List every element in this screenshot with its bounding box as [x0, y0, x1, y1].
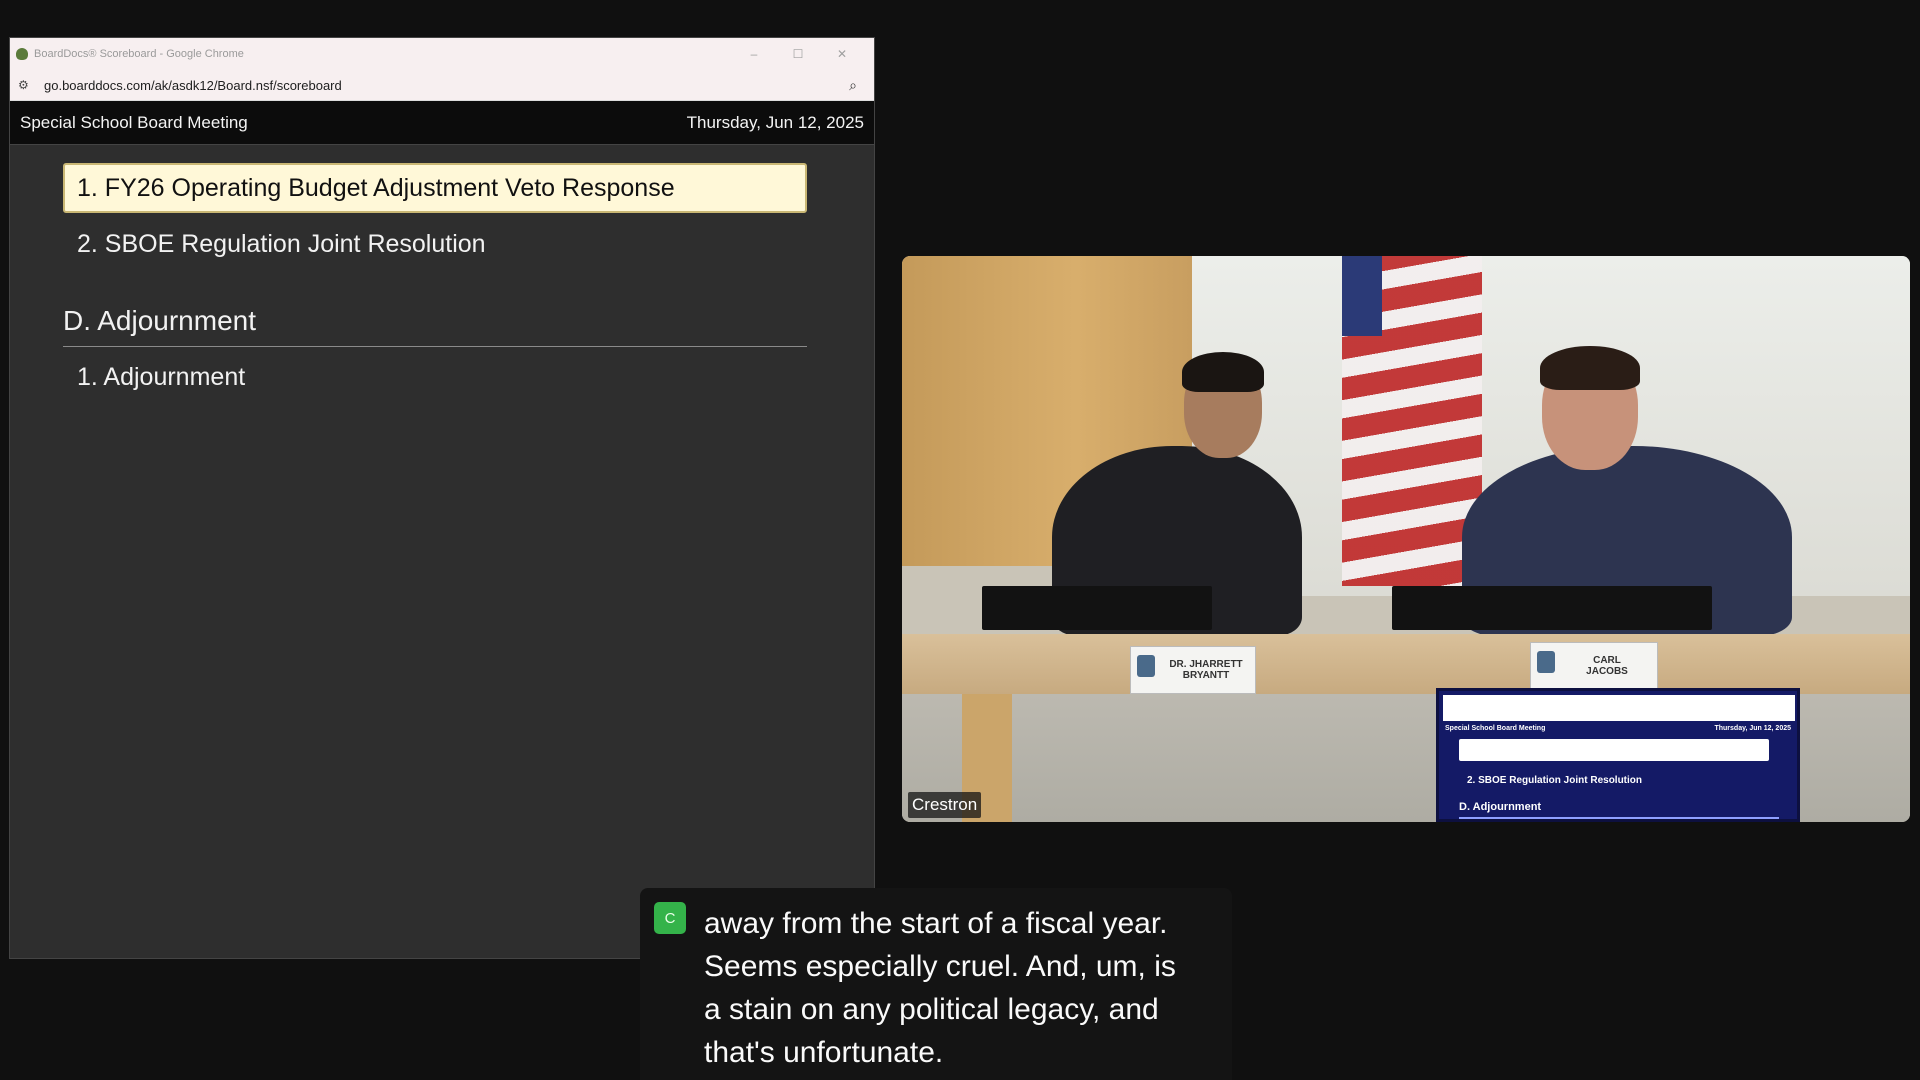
desk-monitor: [1392, 586, 1712, 630]
caption-speaker-badge: C: [654, 902, 686, 934]
nameplate-line: DR. JHARRETT: [1169, 659, 1243, 670]
monitor-section: D. Adjournment: [1459, 801, 1542, 813]
url-text[interactable]: go.boarddocs.com/ak/asdk12/Board.nsf/sco…: [44, 78, 844, 93]
monitor-divider: [1459, 817, 1779, 819]
nameplate: CARL JACOBS: [1530, 642, 1658, 690]
tune-icon[interactable]: ⚙: [18, 78, 34, 92]
current-agenda-item: 1. FY26 Operating Budget Adjustment Veto…: [63, 163, 807, 213]
caption-line: that's unfortunate.: [704, 1036, 944, 1069]
nameplate: DR. JHARRETT BRYANTT: [1130, 646, 1256, 694]
district-logo-icon: [1537, 651, 1555, 673]
maximize-button[interactable]: ☐: [776, 47, 820, 61]
video-feed: DR. JHARRETT BRYANTT CARL JACOBS Special…: [902, 256, 1910, 822]
video-source-label: Crestron: [908, 792, 982, 818]
title-bar: BoardDocs® Scoreboard - Google Chrome – …: [10, 38, 874, 70]
agenda-section-heading: D. Adjournment: [63, 305, 807, 347]
zoom-icon[interactable]: ⌕: [844, 77, 862, 94]
caption-line: Seems especially cruel. And, um, is: [704, 950, 1176, 983]
window-title: BoardDocs® Scoreboard - Google Chrome: [34, 48, 244, 60]
nameplate-line: BRYANTT: [1182, 670, 1230, 681]
boarddocs-favicon-icon: [16, 48, 28, 60]
monitor-agenda-item: 2. SBOE Regulation Joint Resolution: [1467, 775, 1643, 786]
desk-monitor: [982, 586, 1212, 630]
scoreboard-header: Special School Board Meeting Thursday, J…: [10, 101, 874, 145]
close-button[interactable]: ✕: [820, 47, 864, 61]
address-bar[interactable]: ⚙ go.boarddocs.com/ak/asdk12/Board.nsf/s…: [10, 70, 874, 101]
monitor-meeting-title: Special School Board Meeting: [1445, 725, 1546, 732]
board-member-right-hair: [1540, 346, 1640, 390]
monitor-current-item-bar: [1459, 739, 1769, 761]
agenda-item: 1. Adjournment: [77, 363, 246, 391]
dais-monitor-screen: Special School Board Meeting Thursday, J…: [1436, 688, 1800, 822]
current-agenda-item-label: 1. FY26 Operating Budget Adjustment Veto…: [77, 173, 675, 202]
district-logo-icon: [1137, 655, 1155, 677]
monitor-meeting-date: Thursday, Jun 12, 2025: [1714, 725, 1791, 732]
minimize-button[interactable]: –: [732, 47, 776, 61]
monitor-white-bar: [1443, 695, 1795, 721]
caption-box: C away from the start of a fiscal year. …: [640, 888, 1232, 1080]
agenda-item: 2. SBOE Regulation Joint Resolution: [77, 230, 486, 258]
meeting-title: Special School Board Meeting: [20, 112, 248, 132]
meeting-date: Thursday, Jun 12, 2025: [686, 112, 864, 132]
nameplate-line: CARL: [1593, 655, 1621, 666]
us-flag-canton: [1342, 256, 1382, 336]
dais-desk: [902, 634, 1910, 694]
nameplate-line: JACOBS: [1586, 666, 1628, 677]
caption-line: a stain on any political legacy, and: [704, 993, 1159, 1026]
caption-line: away from the start of a fiscal year.: [704, 907, 1168, 940]
board-member-left-hair: [1182, 352, 1264, 392]
browser-window: BoardDocs® Scoreboard - Google Chrome – …: [10, 38, 874, 958]
